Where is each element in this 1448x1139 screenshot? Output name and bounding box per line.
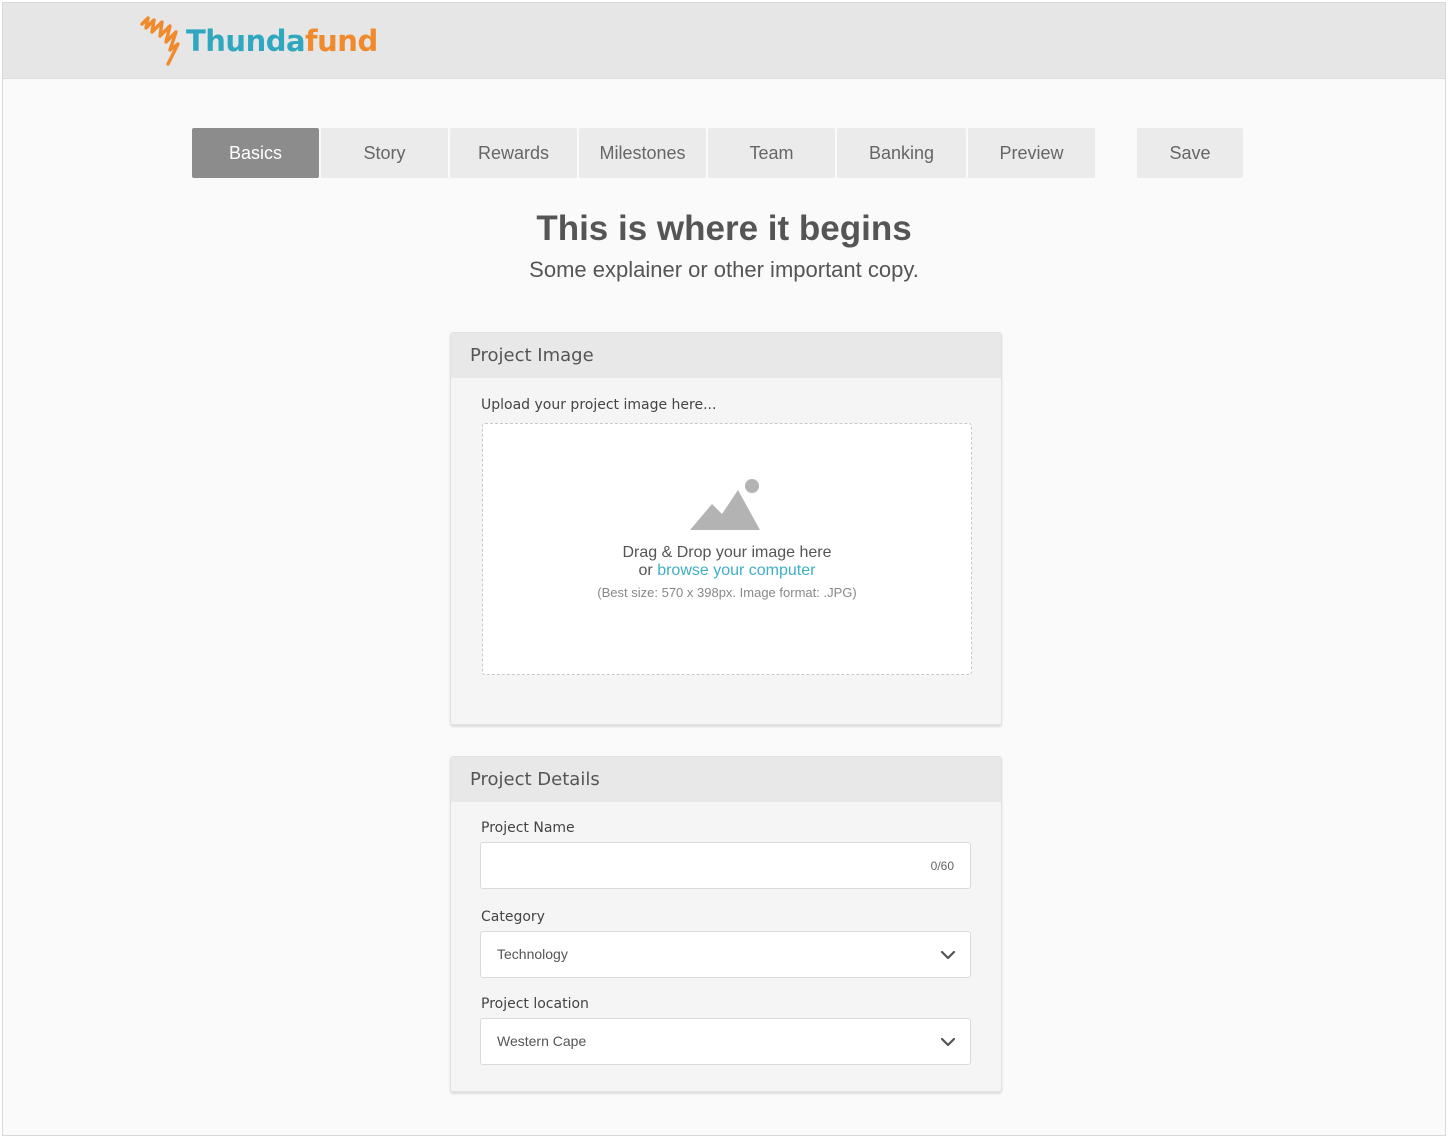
- location-selected-value: Western Cape: [497, 1033, 587, 1049]
- browse-line: or browse your computer: [483, 562, 971, 580]
- image-size-hint: (Best size: 570 x 398px. Image format: .…: [597, 585, 857, 600]
- or-text: or: [638, 562, 658, 579]
- browse-link[interactable]: browse your computer: [657, 562, 815, 579]
- page-frame: Thundafund Basics Story Rewards Mileston…: [2, 2, 1446, 1136]
- brand-logo[interactable]: Thundafund: [138, 16, 378, 68]
- project-details-panel-title: Project Details: [451, 757, 1001, 802]
- step-tabs: Basics Story Rewards Milestones Team Ban…: [192, 128, 1097, 178]
- project-location-select[interactable]: Western Cape: [480, 1018, 971, 1065]
- tab-banking[interactable]: Banking: [837, 128, 966, 178]
- tab-story[interactable]: Story: [321, 128, 448, 178]
- project-image-panel: Project Image Upload your project image …: [450, 332, 1002, 725]
- project-name-input[interactable]: 0/60: [480, 842, 971, 889]
- project-image-panel-title: Project Image: [451, 333, 1001, 378]
- chevron-down-icon: [940, 1037, 956, 1047]
- brand-wordmark: Thundafund: [186, 24, 378, 58]
- character-counter: 0/60: [930, 859, 954, 873]
- tab-preview[interactable]: Preview: [968, 128, 1095, 178]
- project-details-panel: Project Details Project Name 0/60 Catego…: [450, 756, 1002, 1092]
- top-bar: Thundafund: [3, 3, 1445, 79]
- page-subtitle: Some explainer or other important copy.: [529, 257, 919, 282]
- upload-label: Upload your project image here...: [481, 397, 717, 413]
- category-selected-value: Technology: [497, 946, 568, 962]
- image-placeholder-icon: [690, 479, 760, 530]
- category-select[interactable]: Technology: [480, 931, 971, 978]
- brand-name-part2: fund: [305, 24, 378, 58]
- tab-rewards[interactable]: Rewards: [450, 128, 577, 178]
- chevron-down-icon: [940, 950, 956, 960]
- image-dropzone[interactable]: Drag & Drop your image here or browse yo…: [482, 423, 972, 675]
- lightning-scribble-icon: [140, 16, 180, 66]
- project-location-label: Project location: [481, 996, 589, 1012]
- project-name-label: Project Name: [481, 820, 575, 836]
- category-label: Category: [481, 909, 545, 925]
- tab-team[interactable]: Team: [708, 128, 835, 178]
- tab-milestones[interactable]: Milestones: [579, 128, 706, 178]
- drop-instructions: Drag & Drop your image here: [622, 544, 832, 561]
- brand-name-part1: Thunda: [186, 24, 306, 58]
- page-title: This is where it begins: [536, 209, 912, 248]
- tab-basics[interactable]: Basics: [192, 128, 319, 178]
- save-button[interactable]: Save: [1137, 128, 1243, 178]
